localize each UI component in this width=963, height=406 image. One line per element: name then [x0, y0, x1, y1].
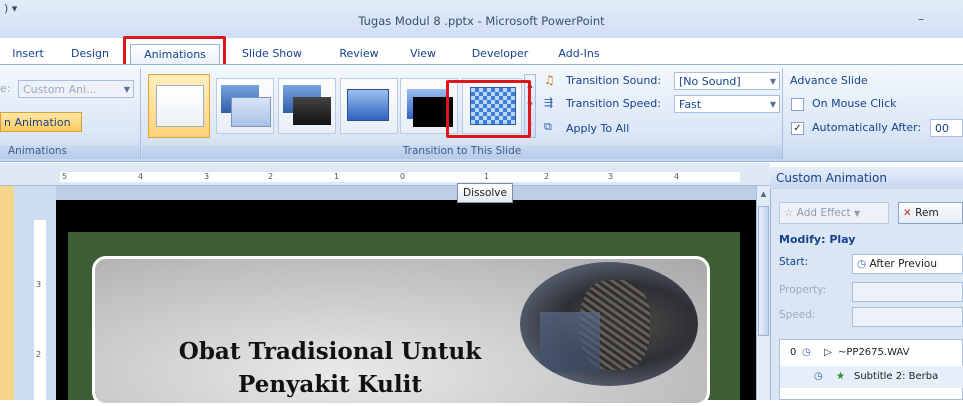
sound-icon: ♫: [544, 73, 555, 87]
list-item[interactable]: 0 ◷ ▷ ~PP2675.WAV: [780, 342, 963, 364]
auto-after-checkbox[interactable]: ✓: [791, 122, 804, 135]
vertical-ruler: 3 2: [34, 220, 46, 400]
on-mouse-click-label: On Mouse Click: [812, 97, 897, 110]
add-effect-button[interactable]: ☆ Add Effect ▼: [779, 202, 889, 224]
start-dropdown[interactable]: ◷ After Previou: [852, 254, 963, 274]
dissolve-tooltip: Dissolve: [457, 183, 513, 203]
tab-view[interactable]: View: [400, 44, 446, 64]
ruler-label: 3: [36, 280, 42, 289]
clock-icon: ◷: [814, 371, 823, 382]
ruler-label: 3: [204, 172, 210, 181]
auto-after-input[interactable]: 00: [930, 119, 963, 137]
transition-speed-dropdown[interactable]: Fast ▼: [674, 95, 780, 113]
ruler-label: 0: [400, 172, 406, 181]
scrollbar-thumb[interactable]: [758, 206, 769, 336]
ruler-label: 2: [268, 172, 274, 181]
speed-field: [852, 307, 963, 327]
slide-title[interactable]: Obat Tradisional Untuk Penyakit Kulit: [150, 335, 510, 401]
chevron-down-icon: ▼: [769, 77, 776, 86]
list-item[interactable]: ◷ ★ Subtitle 2: Berba: [780, 366, 963, 388]
vertical-scrollbar[interactable]: ▲: [756, 186, 771, 400]
horizontal-ruler: 5 4 3 2 1 0 1 2 3 4: [60, 172, 740, 182]
item-name: Subtitle 2: Berba: [854, 371, 939, 382]
ruler-label: 1: [484, 172, 490, 181]
chevron-down-icon: ▼: [123, 85, 130, 94]
ruler-label: 4: [674, 172, 680, 181]
remove-icon: ✕: [903, 207, 912, 219]
transition-group-label: Transition to This Slide: [142, 145, 782, 159]
chevron-down-icon: ▼: [769, 100, 776, 109]
ruler-label: 2: [36, 350, 42, 359]
item-name: ~PP2675.WAV: [838, 347, 910, 358]
ruler-label: 4: [138, 172, 144, 181]
ruler-label: 1: [334, 172, 340, 181]
clock-icon: ◷: [802, 347, 811, 358]
item-order: 0: [790, 347, 797, 358]
property-field: [852, 282, 963, 302]
start-value: After Previou: [869, 258, 937, 270]
transition-speed-label: Transition Speed:: [566, 97, 661, 110]
speed-icon: ⇶: [544, 96, 554, 109]
star-icon: ☆: [784, 207, 794, 219]
slide-title-line-2: Penyakit Kulit: [238, 371, 422, 398]
ruler-label: 2: [544, 172, 550, 181]
play-icon: ▷: [824, 347, 832, 358]
tab-developer[interactable]: Developer: [462, 44, 538, 64]
star-effect-icon: ★: [836, 371, 845, 382]
transition-sound-dropdown[interactable]: [No Sound] ▼: [674, 72, 780, 90]
scroll-up-icon[interactable]: ▲: [758, 190, 769, 202]
auto-after-label: Automatically After:: [812, 121, 922, 134]
slide-photo[interactable]: [520, 262, 698, 386]
animate-label: e:: [0, 82, 11, 95]
transition-sound-label: Transition Sound:: [566, 74, 662, 87]
clock-icon: ◷: [857, 258, 867, 270]
tab-design[interactable]: Design: [62, 44, 118, 64]
animations-group-label: Animations: [0, 145, 140, 159]
tab-add-ins[interactable]: Add-Ins: [550, 44, 608, 64]
remove-label: Rem: [915, 207, 939, 219]
custom-animation-button[interactable]: n Animation: [0, 112, 82, 132]
property-label: Property:: [779, 284, 827, 296]
chevron-down-icon: ▼: [854, 209, 861, 218]
animate-dropdown[interactable]: Custom Ani... ▼: [18, 80, 134, 98]
start-label: Start:: [779, 256, 809, 268]
ribbon-separator: [140, 68, 141, 160]
ruler-label: 3: [608, 172, 614, 181]
tab-insert[interactable]: Insert: [2, 44, 54, 64]
animate-value: Custom Ani...: [23, 83, 97, 96]
window-title: Tugas Modul 8 .pptx - Microsoft PowerPoi…: [358, 14, 605, 28]
transition-speed-value: Fast: [679, 98, 702, 111]
transition-no-transition[interactable]: [148, 74, 210, 138]
advance-slide-title: Advance Slide: [790, 74, 868, 87]
remove-button[interactable]: ✕ Rem: [898, 202, 963, 224]
apply-to-all-button[interactable]: Apply To All: [566, 122, 629, 135]
on-mouse-click-checkbox[interactable]: [791, 98, 804, 111]
tab-slide-show[interactable]: Slide Show: [234, 44, 310, 64]
slide-title-line-1: Obat Tradisional Untuk: [178, 338, 482, 365]
animation-list: 0 ◷ ▷ ~PP2675.WAV ◷ ★ Subtitle 2: Berba: [779, 339, 963, 400]
dissolve-highlight-box: [446, 80, 531, 138]
transition-sound-value: [No Sound]: [679, 75, 741, 88]
transition-fade-smoothly[interactable]: [216, 78, 274, 134]
transition-cut[interactable]: [340, 78, 398, 134]
pane-title: Custom Animation: [770, 167, 963, 189]
ruler-label: 5: [62, 172, 68, 181]
ribbon-separator: [782, 68, 783, 160]
add-effect-label: Add Effect: [796, 207, 851, 219]
minimize-button[interactable]: –: [918, 12, 938, 26]
speed-label: Speed:: [779, 309, 816, 321]
slides-pane-edge[interactable]: [0, 186, 14, 400]
apply-all-icon: ⧉: [544, 120, 552, 133]
modify-heading: Modify: Play: [779, 233, 856, 246]
transition-fade-through-black[interactable]: [278, 78, 336, 134]
tab-review[interactable]: Review: [332, 44, 386, 64]
